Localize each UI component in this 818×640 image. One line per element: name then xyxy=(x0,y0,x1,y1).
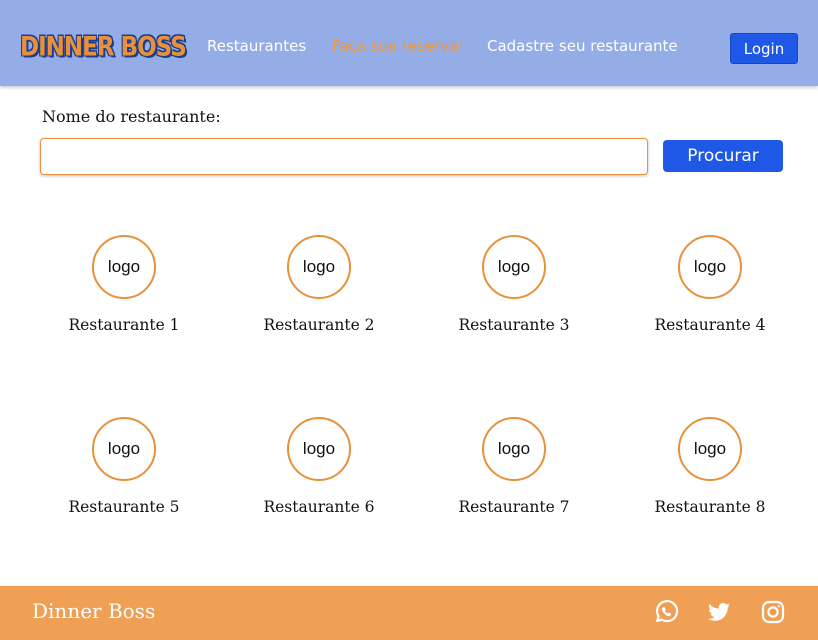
restaurant-card[interactable]: logo Restaurante 7 xyxy=(434,417,594,527)
whatsapp-icon[interactable] xyxy=(653,599,679,625)
restaurant-name: Restaurante 4 xyxy=(654,316,766,334)
footer-title: Dinner Boss xyxy=(32,599,156,623)
restaurant-logo: logo xyxy=(678,417,742,481)
nav-link-cadastre-restaurante[interactable]: Cadastre seu restaurante xyxy=(487,36,678,56)
twitter-icon[interactable] xyxy=(706,599,732,625)
restaurant-logo: logo xyxy=(92,417,156,481)
header: DINNER BOSS Restaurantes Faça sua reserv… xyxy=(0,0,818,86)
restaurant-name: Restaurante 8 xyxy=(654,498,766,516)
restaurant-logo: logo xyxy=(482,235,546,299)
search-label: Nome do restaurante: xyxy=(42,107,221,126)
restaurant-name: Restaurante 3 xyxy=(458,316,570,334)
restaurant-name: Restaurante 6 xyxy=(263,498,375,516)
restaurant-card[interactable]: logo Restaurante 5 xyxy=(44,417,204,527)
restaurant-logo: logo xyxy=(287,417,351,481)
search-button[interactable]: Procurar xyxy=(663,140,783,172)
restaurant-card[interactable]: logo Restaurante 4 xyxy=(630,235,790,345)
restaurant-card[interactable]: logo Restaurante 1 xyxy=(44,235,204,345)
restaurant-name: Restaurante 1 xyxy=(68,316,180,334)
restaurant-name: Restaurante 7 xyxy=(458,498,570,516)
restaurant-logo: logo xyxy=(92,235,156,299)
restaurant-card[interactable]: logo Restaurante 2 xyxy=(239,235,399,345)
restaurant-search-input[interactable] xyxy=(40,138,648,175)
instagram-icon[interactable] xyxy=(760,599,786,625)
restaurant-logo: logo xyxy=(482,417,546,481)
brand-logo[interactable]: DINNER BOSS xyxy=(20,30,187,65)
restaurant-name: Restaurante 5 xyxy=(68,498,180,516)
restaurant-card[interactable]: logo Restaurante 3 xyxy=(434,235,594,345)
login-button[interactable]: Login xyxy=(730,33,798,64)
restaurant-logo: logo xyxy=(287,235,351,299)
restaurant-card[interactable]: logo Restaurante 8 xyxy=(630,417,790,527)
footer: Dinner Boss xyxy=(0,586,818,640)
nav-link-restaurantes[interactable]: Restaurantes xyxy=(207,36,306,56)
restaurant-logo: logo xyxy=(678,235,742,299)
nav-link-faca-sua-reserva[interactable]: Faça sua reserva! xyxy=(332,36,464,56)
restaurant-card[interactable]: logo Restaurante 6 xyxy=(239,417,399,527)
restaurant-name: Restaurante 2 xyxy=(263,316,375,334)
